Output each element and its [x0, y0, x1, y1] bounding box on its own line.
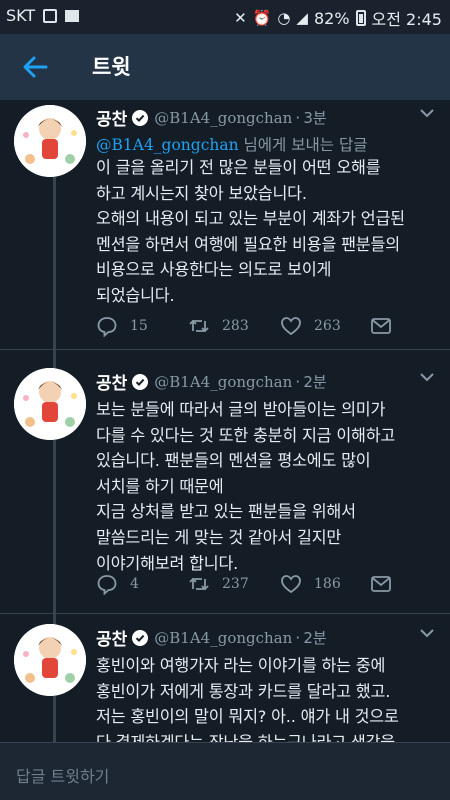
direct-message-button[interactable]: [370, 315, 392, 337]
tweet-item[interactable]: 공찬 @B1A4_gongchan · 2분 홍빈이와 여행가자 라는 이야기를…: [0, 620, 450, 742]
reply-count: 15: [130, 318, 148, 334]
back-arrow-icon[interactable]: [20, 52, 50, 82]
separator: ·: [295, 628, 301, 647]
tweet-actions: 15 283 263: [96, 315, 406, 339]
separator: ·: [295, 108, 301, 127]
chevron-down-icon[interactable]: [418, 104, 436, 122]
tweet-line: 하고 계시는지 찾아 보았습니다.: [96, 183, 307, 203]
tweet-item[interactable]: 공찬 @B1A4_gongchan · 3분 @B1A4_gongchan 님에…: [0, 100, 450, 350]
mute-icon: ✕: [234, 9, 247, 27]
tweet-line: 지금 상처를 받고 있는 팬분들을 위해서: [96, 502, 356, 522]
chevron-down-icon[interactable]: [418, 368, 436, 386]
like-button[interactable]: 263: [280, 315, 341, 337]
tweet-header: 공찬 @B1A4_gongchan · 3분: [96, 105, 327, 130]
avatar-illustration: [14, 624, 86, 696]
handle[interactable]: @B1A4_gongchan: [154, 109, 292, 127]
retweet-icon: [189, 319, 209, 333]
handle[interactable]: @B1A4_gongchan: [154, 373, 292, 391]
tweet-line: 비용으로 사용한다는 의도로 보이게: [96, 260, 332, 280]
avatar-illustration: [14, 368, 86, 440]
display-name[interactable]: 공찬: [96, 625, 127, 650]
reply-mention[interactable]: @B1A4_gongchan: [96, 136, 239, 154]
tweet-line: 말씀드리는 게 맞는 것 같아서 길지만: [96, 527, 342, 547]
like-icon: [281, 317, 301, 336]
verified-badge-icon: [132, 109, 149, 126]
tweet-divider: [0, 349, 450, 350]
tweet-line: 이 글을 올리기 전 많은 분들이 어떤 오해를: [96, 158, 381, 177]
like-count: 263: [314, 318, 341, 334]
reply-icon: [97, 575, 117, 595]
reply-composer[interactable]: 답글 트윗하기: [0, 742, 450, 800]
display-name[interactable]: 공찬: [96, 369, 127, 394]
reply-input[interactable]: 답글 트윗하기: [16, 763, 109, 787]
tweet-line: 홍빈이가 저에게 통장과 카드를 달라고 했고.: [96, 681, 391, 701]
retweet-button[interactable]: 283: [188, 315, 249, 337]
top-app-bar: 트윗: [0, 34, 450, 100]
direct-message-button[interactable]: [370, 573, 392, 595]
retweet-icon: [189, 577, 209, 591]
carrier-label: SKT: [6, 6, 36, 25]
tweet-text: 홍빈이와 여행가자 라는 이야기를 하는 중에 홍빈이가 저에게 통장과 카드를…: [96, 653, 399, 742]
tweet-item[interactable]: 공찬 @B1A4_gongchan · 2분 보는 분들에 따라서 글의 받아들…: [0, 364, 450, 614]
retweet-count: 237: [222, 576, 249, 592]
handle[interactable]: @B1A4_gongchan: [154, 629, 292, 647]
tweet-line: 멘션을 하면서 여행에 필요한 비용을 팬분들의: [96, 234, 400, 254]
replying-to: @B1A4_gongchan 님에게 보내는 답글: [96, 133, 367, 155]
display-name[interactable]: 공찬: [96, 105, 127, 130]
tweet-divider: [0, 613, 450, 614]
tweet-line: 홍빈이와 여행가자 라는 이야기를 하는 중에: [96, 656, 386, 675]
signal-icon: ◢: [296, 9, 308, 27]
tweet-actions: 4 237 186: [96, 573, 406, 597]
battery-icon: [355, 10, 366, 26]
tweet-line: 다를 수 있다는 것 또한 충분히 지금 이해하고: [96, 425, 396, 445]
gallery-icon: [65, 9, 80, 22]
clock: 오전 2:45: [371, 10, 442, 29]
tweet-line: 있습니다. 팬분들의 멘션을 평소에도 많이: [96, 451, 371, 471]
like-button[interactable]: 186: [280, 573, 341, 595]
avatar[interactable]: [14, 105, 86, 177]
tweet-text: 이 글을 올리기 전 많은 분들이 어떤 오해를 하고 계시는지 찾아 보았습니…: [96, 155, 405, 309]
reply-icon: [97, 317, 117, 337]
reply-count: 4: [130, 576, 139, 592]
like-icon: [281, 575, 301, 594]
page-title: 트윗: [92, 55, 131, 79]
battery-percent: 82%: [313, 8, 350, 28]
like-count: 186: [314, 576, 341, 592]
avatar[interactable]: [14, 624, 86, 696]
timestamp: 2분: [303, 373, 327, 391]
timestamp: 3분: [303, 109, 327, 127]
alarm-icon: ⏰: [252, 9, 272, 27]
tweet-line: 오해의 내용이 되고 있는 부분이 계좌가 언급된: [96, 209, 405, 229]
tweet-header: 공찬 @B1A4_gongchan · 2분: [96, 625, 327, 650]
reply-button[interactable]: 4: [96, 573, 139, 595]
tweet-thread[interactable]: 공찬 @B1A4_gongchan · 3분 @B1A4_gongchan 님에…: [0, 100, 450, 742]
avatar-illustration: [14, 105, 86, 177]
tweet-line: 보는 분들에 따라서 글의 받아들이는 의미가: [96, 400, 386, 419]
wifi-icon: ◔: [277, 9, 291, 27]
timestamp: 2분: [303, 629, 327, 647]
verified-badge-icon: [132, 629, 149, 646]
separator: ·: [295, 372, 301, 391]
message-icon: [371, 318, 391, 334]
retweet-button[interactable]: 237: [188, 573, 249, 595]
tweet-line: 서치를 하기 때문에: [96, 476, 224, 496]
tweet-line: 되었습니다.: [96, 285, 175, 305]
tweet-line: 저는 홍빈이의 말이 뭐지? 아.. 얘가 내 것으로: [96, 707, 399, 727]
tweet-text: 보는 분들에 따라서 글의 받아들이는 의미가 다를 수 있다는 것 또한 충분…: [96, 397, 395, 576]
status-bar: SKT ✕ ⏰ ◔ ◢ 82% 오전 2:45: [0, 0, 450, 34]
avatar[interactable]: [14, 368, 86, 440]
verified-badge-icon: [132, 373, 149, 390]
reply-to-text: 님에게 보내는 답글: [238, 136, 368, 154]
message-icon: [371, 576, 391, 592]
notification-icon: [43, 8, 58, 23]
retweet-count: 283: [222, 318, 249, 334]
chevron-down-icon[interactable]: [418, 624, 436, 642]
tweet-line: 다 결제하겠다는 장난을 하는구나라고 생각을: [96, 730, 399, 742]
reply-button[interactable]: 15: [96, 315, 148, 337]
tweet-header: 공찬 @B1A4_gongchan · 2분: [96, 369, 327, 394]
